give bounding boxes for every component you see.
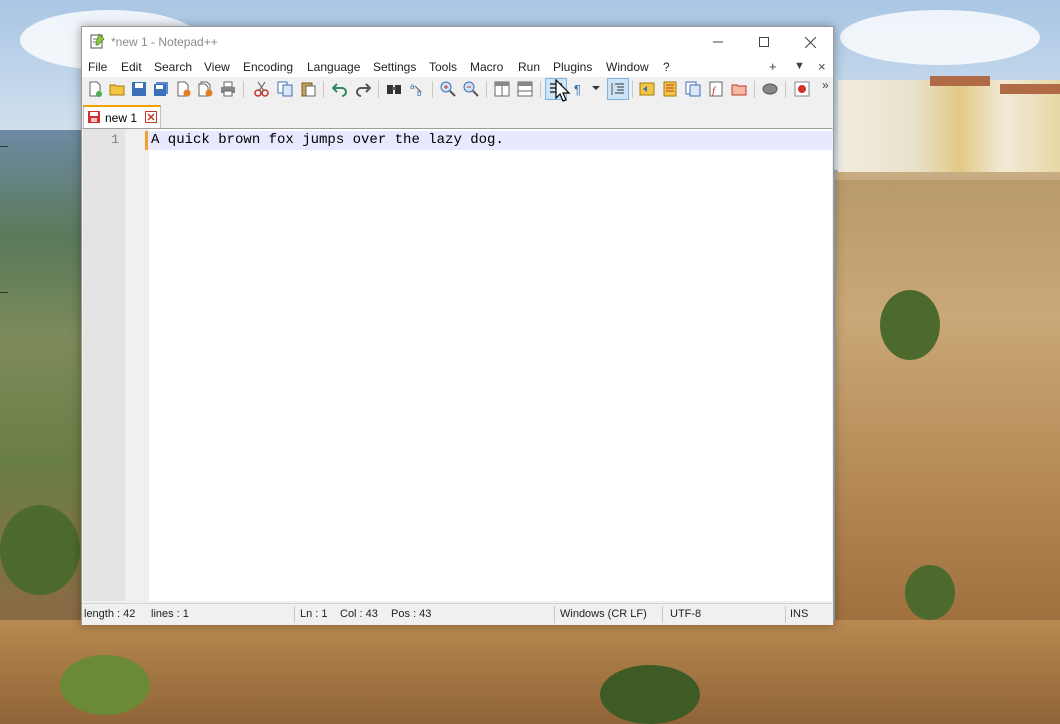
menu-help[interactable]: ? bbox=[663, 60, 670, 74]
status-lines: lines : 1 bbox=[151, 608, 189, 620]
toolbar-overflow-button[interactable]: » bbox=[822, 78, 829, 92]
toolbar-separator bbox=[378, 81, 379, 98]
title-bar: *new 1 - Notepad++ bbox=[82, 27, 833, 57]
save-icon[interactable] bbox=[131, 81, 147, 97]
zoom-in-icon[interactable] bbox=[440, 81, 456, 97]
copy-icon[interactable] bbox=[277, 81, 293, 97]
toolbar-separator bbox=[785, 81, 786, 98]
line-number-gutter: 1 bbox=[83, 129, 125, 601]
sync-horizontal-icon[interactable] bbox=[517, 81, 533, 97]
notepadpp-app-icon bbox=[90, 33, 105, 49]
change-history-marker bbox=[145, 131, 148, 150]
window-title: *new 1 - Notepad++ bbox=[111, 35, 218, 49]
unsaved-file-icon bbox=[88, 111, 100, 123]
indent-guide-icon bbox=[611, 83, 624, 95]
open-file-icon[interactable] bbox=[109, 81, 125, 97]
svg-text:¶: ¶ bbox=[574, 82, 581, 97]
toolbar-separator bbox=[540, 81, 541, 98]
editor-area[interactable]: 1 A quick brown fox jumps over the lazy … bbox=[83, 128, 832, 601]
status-separator bbox=[554, 606, 555, 623]
function-list-icon[interactable]: f bbox=[708, 81, 724, 97]
show-all-chars-icon[interactable]: ¶ bbox=[571, 81, 587, 97]
redo-icon[interactable] bbox=[355, 81, 371, 97]
menu-file[interactable]: File bbox=[88, 60, 107, 74]
menu-language[interactable]: Language bbox=[307, 60, 360, 74]
chevron-down-icon[interactable] bbox=[591, 83, 601, 93]
editor-line[interactable]: A quick brown fox jumps over the lazy do… bbox=[151, 132, 504, 148]
mouse-cursor-icon bbox=[555, 79, 571, 102]
toolbar-separator bbox=[243, 81, 244, 98]
doc-map-icon[interactable] bbox=[662, 81, 678, 97]
cut-icon[interactable] bbox=[254, 81, 270, 97]
zoom-out-icon[interactable] bbox=[463, 81, 479, 97]
menu-tools[interactable]: Tools bbox=[429, 60, 457, 74]
menu-bar: File Edit Search View Encoding Language … bbox=[82, 57, 833, 77]
doc-list-icon[interactable] bbox=[685, 81, 701, 97]
sync-vertical-icon[interactable] bbox=[494, 81, 510, 97]
maximize-button[interactable] bbox=[741, 27, 787, 57]
tab-bar: new 1 bbox=[82, 104, 833, 129]
close-file-icon[interactable] bbox=[175, 81, 191, 97]
status-separator bbox=[785, 606, 786, 623]
status-encoding[interactable]: UTF-8 bbox=[670, 608, 701, 620]
status-separator bbox=[294, 606, 295, 623]
fold-margin[interactable] bbox=[125, 129, 149, 601]
menu-run[interactable]: Run bbox=[518, 60, 540, 74]
tab-close-icon[interactable] bbox=[145, 111, 157, 123]
undo-icon[interactable] bbox=[332, 81, 348, 97]
close-icon bbox=[804, 36, 816, 48]
record-macro-icon[interactable] bbox=[794, 81, 810, 97]
menu-view[interactable]: View bbox=[204, 60, 230, 74]
status-line: Ln : 1 bbox=[300, 608, 328, 620]
menu-plugins[interactable]: Plugins bbox=[553, 60, 592, 74]
paste-icon[interactable] bbox=[300, 81, 316, 97]
toolbar-separator bbox=[432, 81, 433, 98]
add-new-tab-button[interactable]: + bbox=[769, 59, 777, 74]
tab-list-dropdown-button[interactable]: ▼ bbox=[794, 60, 805, 72]
menu-settings[interactable]: Settings bbox=[373, 60, 416, 74]
notepadpp-window: *new 1 - Notepad++ File Edit Search View… bbox=[81, 26, 834, 625]
toolbar-separator bbox=[486, 81, 487, 98]
status-bar: length : 42 lines : 1 Ln : 1 Col : 43 Po… bbox=[82, 603, 833, 625]
user-language-icon[interactable] bbox=[639, 81, 655, 97]
svg-text:a: a bbox=[410, 82, 415, 91]
toolbar: ab ¶ f » bbox=[82, 77, 833, 102]
menu-window[interactable]: Window bbox=[606, 60, 649, 74]
print-icon[interactable] bbox=[220, 81, 236, 97]
line-number: 1 bbox=[111, 132, 119, 147]
maximize-icon bbox=[759, 37, 769, 47]
status-insert-mode[interactable]: INS bbox=[790, 608, 808, 620]
menu-macro[interactable]: Macro bbox=[470, 60, 503, 74]
tab-label: new 1 bbox=[105, 111, 138, 125]
close-document-button[interactable]: × bbox=[818, 59, 826, 74]
minimize-button[interactable] bbox=[695, 27, 741, 57]
menu-encoding[interactable]: Encoding bbox=[243, 60, 293, 74]
replace-icon[interactable]: ab bbox=[409, 81, 425, 97]
menu-edit[interactable]: Edit bbox=[121, 60, 142, 74]
minimize-icon bbox=[713, 41, 723, 43]
menu-search[interactable]: Search bbox=[154, 60, 192, 74]
new-file-icon[interactable] bbox=[87, 81, 103, 97]
status-length: length : 42 bbox=[84, 608, 136, 620]
toolbar-separator bbox=[323, 81, 324, 98]
status-separator bbox=[662, 606, 663, 623]
folder-workspace-icon[interactable] bbox=[731, 81, 747, 97]
status-column: Col : 43 bbox=[340, 608, 378, 620]
status-eol-format[interactable]: Windows (CR LF) bbox=[560, 608, 647, 620]
save-all-icon[interactable] bbox=[153, 81, 169, 97]
tab-new-1[interactable]: new 1 bbox=[83, 105, 161, 128]
toolbar-separator bbox=[632, 81, 633, 98]
close-all-icon[interactable] bbox=[197, 81, 213, 97]
monitoring-icon[interactable] bbox=[762, 81, 778, 97]
find-icon[interactable] bbox=[386, 81, 402, 97]
status-position: Pos : 43 bbox=[391, 608, 432, 620]
toolbar-separator bbox=[754, 81, 755, 98]
close-window-button[interactable] bbox=[787, 27, 833, 57]
